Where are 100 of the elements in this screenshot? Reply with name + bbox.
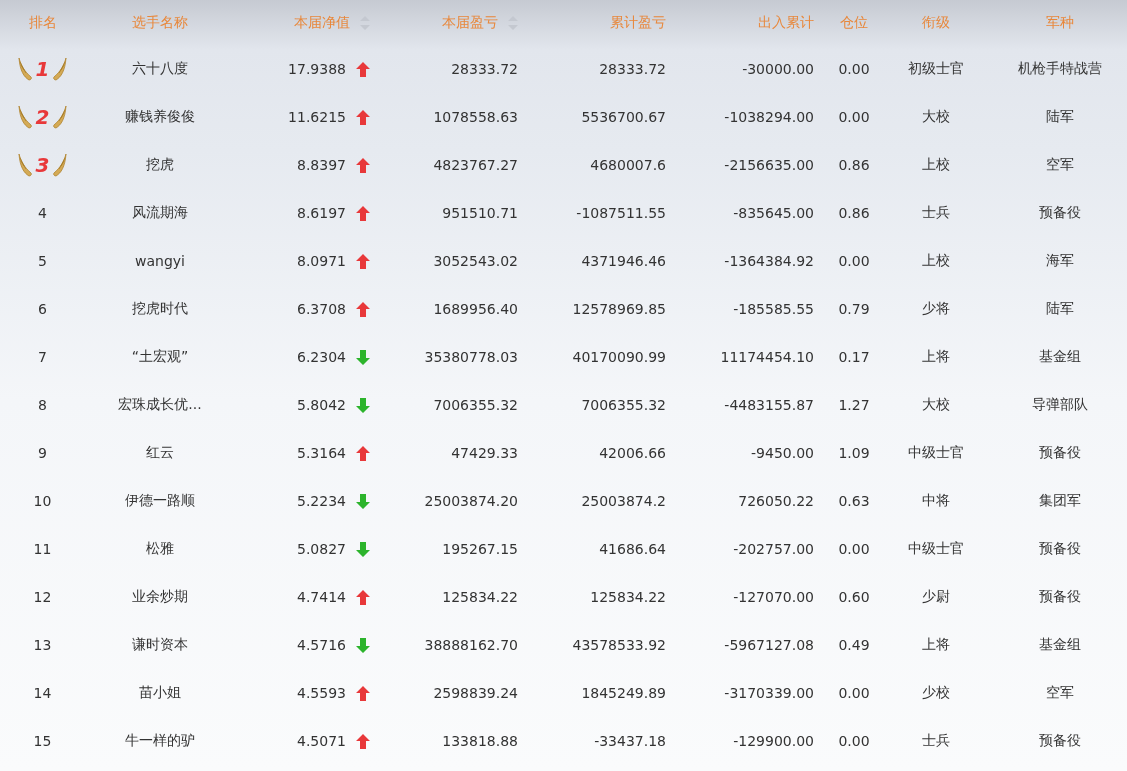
net-value: 8.0971 (297, 253, 346, 269)
column-header: 累计盈亏 (610, 13, 666, 32)
army-branch: 机枪手特战营 (1017, 60, 1102, 78)
army-branch: 预备役 (1038, 732, 1081, 750)
rank-number: 4 (38, 205, 47, 221)
rank-title: 初级士官 (908, 60, 964, 78)
position-ratio: 0.17 (838, 349, 870, 365)
net-flow: -835645.00 (733, 205, 814, 221)
period-profit: 7006355.32 (433, 397, 518, 413)
net-flow: -129900.00 (733, 733, 814, 749)
total-profit: 12578969.85 (572, 301, 666, 317)
player-name: 六十八度 (132, 60, 188, 78)
player-name: 业余炒期 (132, 588, 188, 606)
net-value: 5.8042 (297, 397, 346, 413)
column-header: 出入累计 (758, 13, 814, 32)
player-name: 宏珠成长优... (118, 396, 202, 414)
player-name: 松雅 (146, 540, 174, 558)
wing-icon (16, 153, 33, 177)
position-ratio: 0.63 (838, 493, 870, 509)
position-ratio: 0.00 (838, 733, 870, 749)
rank-number: 7 (38, 349, 47, 365)
player-name: 伊德一路顺 (125, 492, 195, 510)
total-profit: 4680007.6 (590, 157, 666, 173)
rank-number: 11 (33, 541, 52, 557)
army-branch: 陆军 (1045, 300, 1074, 318)
rank-number: 10 (33, 493, 52, 509)
column-header: 军种 (1045, 13, 1074, 32)
player-name: 牛一样的驴 (125, 732, 195, 750)
total-profit: 25003874.2 (581, 493, 666, 509)
army-branch: 陆军 (1045, 108, 1074, 126)
rank-number: 9 (38, 445, 47, 461)
player-name: 苗小姐 (139, 684, 181, 702)
player-name: 谦时资本 (132, 636, 188, 654)
period-profit: 28333.72 (451, 61, 518, 77)
position-ratio: 0.86 (838, 205, 870, 221)
total-profit: 7006355.32 (581, 397, 666, 413)
wing-icon (16, 57, 33, 81)
rank-number: 15 (33, 733, 52, 749)
army-branch: 导弹部队 (1031, 396, 1088, 414)
total-profit: 1845249.89 (581, 685, 666, 701)
position-ratio: 0.00 (838, 253, 870, 269)
net-value: 4.5593 (297, 685, 346, 701)
player-name: 挖虎时代 (132, 300, 188, 318)
period-profit: 195267.15 (442, 541, 518, 557)
rank-title: 少尉 (922, 588, 950, 606)
period-profit: 35380778.03 (424, 349, 518, 365)
period-profit: 4823767.27 (433, 157, 518, 173)
total-profit: -33437.18 (594, 733, 666, 749)
net-flow: -202757.00 (733, 541, 814, 557)
rank-number: 5 (38, 253, 47, 269)
rank-title: 大校 (922, 396, 950, 414)
net-value: 17.9388 (288, 61, 346, 77)
position-ratio: 1.27 (838, 397, 870, 413)
period-profit: 133818.88 (442, 733, 518, 749)
net-value: 8.6197 (297, 205, 346, 221)
army-branch: 空军 (1045, 156, 1074, 174)
column-header[interactable]: 本届净值 (294, 13, 350, 32)
player-name: wangyi (135, 253, 185, 269)
net-value: 5.3164 (297, 445, 346, 461)
net-flow: -4483155.87 (724, 397, 814, 413)
army-branch: 预备役 (1038, 444, 1081, 462)
player-name: 风流期海 (132, 204, 188, 222)
period-profit: 25003874.20 (424, 493, 518, 509)
wing-icon (52, 57, 69, 81)
total-profit: 125834.22 (590, 589, 666, 605)
rank-number: 1 (35, 57, 50, 81)
rank-number: 8 (38, 397, 47, 413)
column-header: 排名 (28, 13, 57, 32)
total-profit: 5536700.67 (581, 109, 666, 125)
rank-title: 上校 (922, 156, 950, 174)
rank-title: 士兵 (922, 204, 950, 222)
rank-title: 中级士官 (908, 444, 964, 462)
column-header: 选手名称 (132, 13, 188, 32)
net-value: 8.8397 (297, 157, 346, 173)
column-header: 衔级 (922, 13, 950, 32)
total-profit: 41686.64 (599, 541, 666, 557)
period-profit: 47429.33 (451, 445, 518, 461)
army-branch: 预备役 (1038, 540, 1081, 558)
army-branch: 基金组 (1038, 636, 1081, 654)
net-flow: -30000.00 (742, 61, 814, 77)
total-profit: 40170090.99 (572, 349, 666, 365)
position-ratio: 0.00 (838, 61, 870, 77)
net-flow: -5967127.08 (724, 637, 814, 653)
net-value: 6.2304 (297, 349, 346, 365)
position-ratio: 0.49 (838, 637, 870, 653)
net-value: 4.7414 (297, 589, 346, 605)
army-branch: 集团军 (1038, 492, 1081, 510)
column-header[interactable]: 本届盈亏 (442, 13, 498, 32)
period-profit: 1078558.63 (433, 109, 518, 125)
rank-title: 上校 (922, 252, 950, 270)
player-name: 挖虎 (146, 156, 174, 174)
net-value: 4.5716 (297, 637, 346, 653)
net-flow: -2156635.00 (724, 157, 814, 173)
player-name: “土宏观” (131, 348, 189, 366)
net-flow: -3170339.00 (724, 685, 814, 701)
army-branch: 海军 (1045, 252, 1074, 270)
period-profit: 125834.22 (442, 589, 518, 605)
period-profit: 3052543.02 (433, 253, 518, 269)
rank-number: 2 (35, 105, 50, 129)
net-flow: 726050.22 (738, 493, 814, 509)
